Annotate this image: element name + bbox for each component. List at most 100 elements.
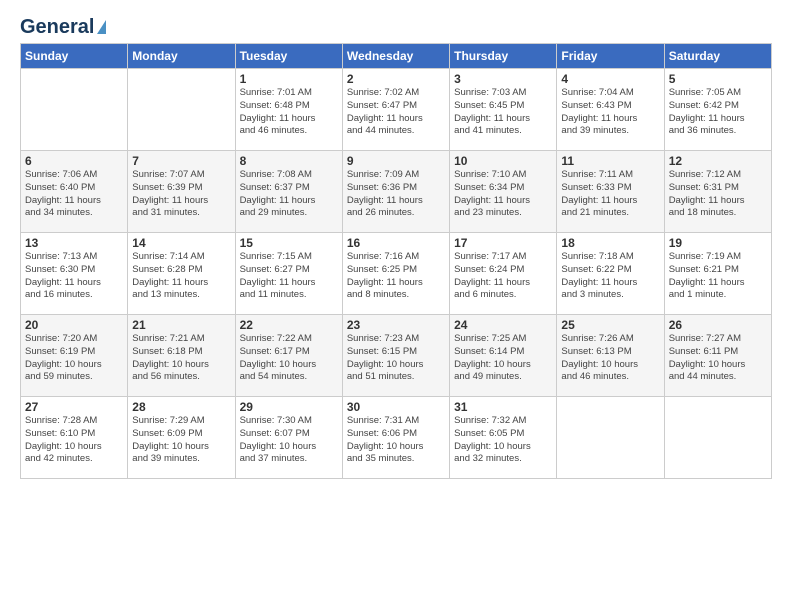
logo-text: General <box>20 16 94 39</box>
day-info: Sunrise: 7:08 AM Sunset: 6:37 PM Dayligh… <box>240 169 338 220</box>
day-cell: 12Sunrise: 7:12 AM Sunset: 6:31 PM Dayli… <box>664 151 771 233</box>
col-header-sunday: Sunday <box>21 44 128 69</box>
day-number: 24 <box>454 318 552 332</box>
day-cell: 24Sunrise: 7:25 AM Sunset: 6:14 PM Dayli… <box>450 315 557 397</box>
day-number: 9 <box>347 154 445 168</box>
day-info: Sunrise: 7:18 AM Sunset: 6:22 PM Dayligh… <box>561 251 659 302</box>
day-cell: 30Sunrise: 7:31 AM Sunset: 6:06 PM Dayli… <box>342 397 449 479</box>
day-number: 25 <box>561 318 659 332</box>
day-number: 8 <box>240 154 338 168</box>
day-number: 17 <box>454 236 552 250</box>
day-cell: 13Sunrise: 7:13 AM Sunset: 6:30 PM Dayli… <box>21 233 128 315</box>
day-cell: 2Sunrise: 7:02 AM Sunset: 6:47 PM Daylig… <box>342 69 449 151</box>
day-info: Sunrise: 7:31 AM Sunset: 6:06 PM Dayligh… <box>347 415 445 466</box>
day-number: 1 <box>240 72 338 86</box>
week-row-5: 27Sunrise: 7:28 AM Sunset: 6:10 PM Dayli… <box>21 397 772 479</box>
day-info: Sunrise: 7:01 AM Sunset: 6:48 PM Dayligh… <box>240 87 338 138</box>
day-number: 7 <box>132 154 230 168</box>
day-cell: 8Sunrise: 7:08 AM Sunset: 6:37 PM Daylig… <box>235 151 342 233</box>
day-number: 31 <box>454 400 552 414</box>
day-info: Sunrise: 7:02 AM Sunset: 6:47 PM Dayligh… <box>347 87 445 138</box>
day-number: 10 <box>454 154 552 168</box>
day-cell: 31Sunrise: 7:32 AM Sunset: 6:05 PM Dayli… <box>450 397 557 479</box>
day-number: 30 <box>347 400 445 414</box>
day-cell: 15Sunrise: 7:15 AM Sunset: 6:27 PM Dayli… <box>235 233 342 315</box>
day-cell: 3Sunrise: 7:03 AM Sunset: 6:45 PM Daylig… <box>450 69 557 151</box>
col-header-tuesday: Tuesday <box>235 44 342 69</box>
day-info: Sunrise: 7:13 AM Sunset: 6:30 PM Dayligh… <box>25 251 123 302</box>
day-info: Sunrise: 7:21 AM Sunset: 6:18 PM Dayligh… <box>132 333 230 384</box>
day-info: Sunrise: 7:17 AM Sunset: 6:24 PM Dayligh… <box>454 251 552 302</box>
day-info: Sunrise: 7:10 AM Sunset: 6:34 PM Dayligh… <box>454 169 552 220</box>
day-info: Sunrise: 7:04 AM Sunset: 6:43 PM Dayligh… <box>561 87 659 138</box>
day-info: Sunrise: 7:26 AM Sunset: 6:13 PM Dayligh… <box>561 333 659 384</box>
day-cell: 17Sunrise: 7:17 AM Sunset: 6:24 PM Dayli… <box>450 233 557 315</box>
day-number: 18 <box>561 236 659 250</box>
day-number: 12 <box>669 154 767 168</box>
day-number: 21 <box>132 318 230 332</box>
day-number: 14 <box>132 236 230 250</box>
day-number: 11 <box>561 154 659 168</box>
day-cell: 7Sunrise: 7:07 AM Sunset: 6:39 PM Daylig… <box>128 151 235 233</box>
week-row-3: 13Sunrise: 7:13 AM Sunset: 6:30 PM Dayli… <box>21 233 772 315</box>
day-cell: 4Sunrise: 7:04 AM Sunset: 6:43 PM Daylig… <box>557 69 664 151</box>
day-number: 28 <box>132 400 230 414</box>
day-cell <box>21 69 128 151</box>
header-row: SundayMondayTuesdayWednesdayThursdayFrid… <box>21 44 772 69</box>
day-info: Sunrise: 7:25 AM Sunset: 6:14 PM Dayligh… <box>454 333 552 384</box>
day-info: Sunrise: 7:27 AM Sunset: 6:11 PM Dayligh… <box>669 333 767 384</box>
day-number: 15 <box>240 236 338 250</box>
day-cell: 26Sunrise: 7:27 AM Sunset: 6:11 PM Dayli… <box>664 315 771 397</box>
week-row-2: 6Sunrise: 7:06 AM Sunset: 6:40 PM Daylig… <box>21 151 772 233</box>
calendar-table: SundayMondayTuesdayWednesdayThursdayFrid… <box>20 43 772 479</box>
day-cell: 27Sunrise: 7:28 AM Sunset: 6:10 PM Dayli… <box>21 397 128 479</box>
day-cell: 9Sunrise: 7:09 AM Sunset: 6:36 PM Daylig… <box>342 151 449 233</box>
day-number: 23 <box>347 318 445 332</box>
day-number: 26 <box>669 318 767 332</box>
day-cell: 6Sunrise: 7:06 AM Sunset: 6:40 PM Daylig… <box>21 151 128 233</box>
week-row-1: 1Sunrise: 7:01 AM Sunset: 6:48 PM Daylig… <box>21 69 772 151</box>
col-header-wednesday: Wednesday <box>342 44 449 69</box>
day-info: Sunrise: 7:19 AM Sunset: 6:21 PM Dayligh… <box>669 251 767 302</box>
day-cell: 11Sunrise: 7:11 AM Sunset: 6:33 PM Dayli… <box>557 151 664 233</box>
day-cell: 18Sunrise: 7:18 AM Sunset: 6:22 PM Dayli… <box>557 233 664 315</box>
day-number: 27 <box>25 400 123 414</box>
day-info: Sunrise: 7:20 AM Sunset: 6:19 PM Dayligh… <box>25 333 123 384</box>
day-info: Sunrise: 7:22 AM Sunset: 6:17 PM Dayligh… <box>240 333 338 384</box>
day-info: Sunrise: 7:30 AM Sunset: 6:07 PM Dayligh… <box>240 415 338 466</box>
page: General SundayMondayTuesdayWednesdayThur… <box>0 0 792 489</box>
day-cell <box>664 397 771 479</box>
day-info: Sunrise: 7:23 AM Sunset: 6:15 PM Dayligh… <box>347 333 445 384</box>
day-cell: 5Sunrise: 7:05 AM Sunset: 6:42 PM Daylig… <box>664 69 771 151</box>
day-cell: 25Sunrise: 7:26 AM Sunset: 6:13 PM Dayli… <box>557 315 664 397</box>
day-info: Sunrise: 7:03 AM Sunset: 6:45 PM Dayligh… <box>454 87 552 138</box>
day-cell: 16Sunrise: 7:16 AM Sunset: 6:25 PM Dayli… <box>342 233 449 315</box>
day-info: Sunrise: 7:11 AM Sunset: 6:33 PM Dayligh… <box>561 169 659 220</box>
col-header-thursday: Thursday <box>450 44 557 69</box>
day-number: 4 <box>561 72 659 86</box>
day-cell: 10Sunrise: 7:10 AM Sunset: 6:34 PM Dayli… <box>450 151 557 233</box>
col-header-monday: Monday <box>128 44 235 69</box>
day-cell <box>128 69 235 151</box>
day-number: 5 <box>669 72 767 86</box>
day-cell: 21Sunrise: 7:21 AM Sunset: 6:18 PM Dayli… <box>128 315 235 397</box>
day-info: Sunrise: 7:14 AM Sunset: 6:28 PM Dayligh… <box>132 251 230 302</box>
day-cell <box>557 397 664 479</box>
day-cell: 28Sunrise: 7:29 AM Sunset: 6:09 PM Dayli… <box>128 397 235 479</box>
day-cell: 22Sunrise: 7:22 AM Sunset: 6:17 PM Dayli… <box>235 315 342 397</box>
day-info: Sunrise: 7:32 AM Sunset: 6:05 PM Dayligh… <box>454 415 552 466</box>
day-number: 3 <box>454 72 552 86</box>
day-number: 19 <box>669 236 767 250</box>
logo: General <box>20 16 106 35</box>
day-number: 13 <box>25 236 123 250</box>
day-info: Sunrise: 7:29 AM Sunset: 6:09 PM Dayligh… <box>132 415 230 466</box>
day-number: 2 <box>347 72 445 86</box>
day-info: Sunrise: 7:12 AM Sunset: 6:31 PM Dayligh… <box>669 169 767 220</box>
day-info: Sunrise: 7:07 AM Sunset: 6:39 PM Dayligh… <box>132 169 230 220</box>
day-info: Sunrise: 7:16 AM Sunset: 6:25 PM Dayligh… <box>347 251 445 302</box>
day-info: Sunrise: 7:05 AM Sunset: 6:42 PM Dayligh… <box>669 87 767 138</box>
header: General <box>20 16 772 35</box>
day-cell: 1Sunrise: 7:01 AM Sunset: 6:48 PM Daylig… <box>235 69 342 151</box>
week-row-4: 20Sunrise: 7:20 AM Sunset: 6:19 PM Dayli… <box>21 315 772 397</box>
col-header-friday: Friday <box>557 44 664 69</box>
